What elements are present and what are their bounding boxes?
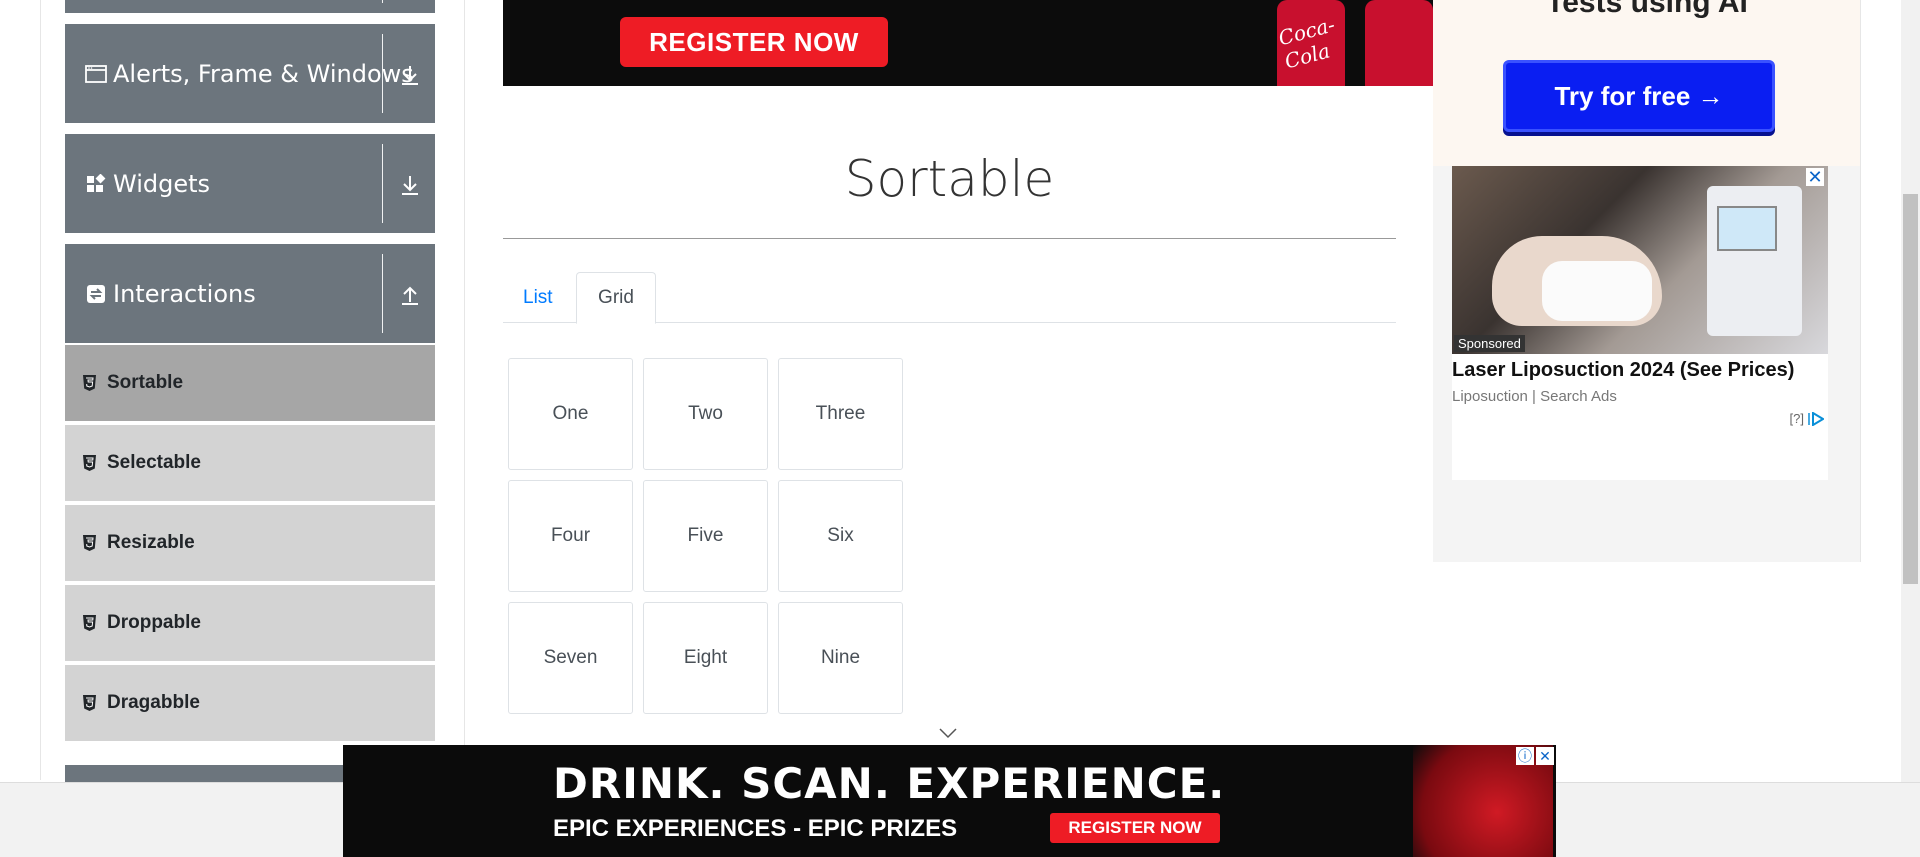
sidebar-item-label: Resizable	[107, 532, 195, 553]
banner-register-button[interactable]: REGISTER NOW	[1050, 813, 1220, 843]
html5-icon	[83, 534, 97, 552]
grid-item-nine[interactable]: Nine	[778, 602, 903, 714]
chevron-down-icon[interactable]	[938, 726, 958, 740]
group-separator	[382, 34, 383, 113]
sidebar-group-widgets[interactable]: Widgets	[65, 134, 435, 233]
group-label: Interactions	[113, 279, 256, 308]
close-icon[interactable]: ✕	[1536, 747, 1554, 765]
sponsored-badge: Sponsored	[1454, 335, 1525, 352]
tab-grid[interactable]: Grid	[576, 272, 656, 324]
shirt-shape	[1542, 261, 1652, 321]
ad-headline: Tests using AI	[1546, 0, 1748, 19]
try-for-free-button[interactable]: Try for free →	[1503, 60, 1775, 132]
ad-top-panel: Tests using AI Try for free →	[1433, 0, 1860, 166]
sidebar-item-sortable[interactable]: Sortable	[65, 345, 435, 423]
page-scrollbar-thumb[interactable]	[1903, 194, 1918, 584]
register-now-button[interactable]: REGISTER NOW	[620, 17, 888, 67]
banner-headline: DRINK. SCAN. EXPERIENCE.	[553, 759, 1226, 808]
sidebar-group-interactions[interactable]: Interactions	[65, 244, 435, 343]
html5-icon	[83, 454, 97, 472]
group-label: Alerts, Frame & Windows	[113, 59, 414, 88]
sidebar-divider-line	[464, 0, 465, 780]
grid-item-seven[interactable]: Seven	[508, 602, 633, 714]
close-icon[interactable]: ✕	[1806, 168, 1824, 186]
grid-item-two[interactable]: Two	[643, 358, 768, 470]
group-label: Widgets	[113, 169, 211, 198]
adchoices-icon[interactable]	[1808, 411, 1824, 426]
window-icon	[85, 63, 107, 85]
brand-label: Coca-Cola	[1275, 12, 1338, 74]
page: Alerts, Frame & Windows Widgets Interact…	[0, 0, 1920, 857]
coca-cola-bottle-image: Coca-Cola	[1276, 0, 1345, 86]
machine-screen-shape	[1717, 206, 1777, 251]
ad-title[interactable]: Laser Liposuction 2024 (See Prices)	[1452, 359, 1794, 382]
ad-source[interactable]: Liposuction | Search Ads	[1452, 388, 1617, 405]
ad-help-label[interactable]: [?]	[1790, 411, 1804, 426]
ad-choices[interactable]: [?]	[1790, 411, 1824, 426]
upload-arrow-icon[interactable]	[395, 280, 425, 310]
sidebar-group-alerts-frame-windows[interactable]: Alerts, Frame & Windows	[65, 24, 435, 123]
html5-icon	[83, 694, 97, 712]
html5-icon	[83, 374, 97, 392]
grid-item-three[interactable]: Three	[778, 358, 903, 470]
sidebar-item-label: Sortable	[107, 372, 184, 393]
grid-item-one[interactable]: One	[508, 358, 633, 470]
grid-item-five[interactable]: Five	[643, 480, 768, 592]
group-separator	[382, 144, 383, 223]
tab-list[interactable]: List	[503, 272, 573, 323]
group-separator	[382, 0, 383, 3]
top-banner-ad[interactable]: REGISTER NOW Coca-Cola	[503, 0, 1433, 86]
sponsored-ad-card[interactable]: ✕ Sponsored Laser Liposuction 2024 (See …	[1452, 166, 1828, 480]
grid-item-eight[interactable]: Eight	[643, 602, 768, 714]
sidebar-item-resizable[interactable]: Resizable	[65, 505, 435, 583]
title-divider	[503, 238, 1396, 239]
html5-icon	[83, 614, 97, 632]
ad-image[interactable]: ✕ Sponsored	[1452, 166, 1828, 354]
banner-controls: ⓘ ✕	[1516, 747, 1554, 765]
grid-item-six[interactable]: Six	[778, 480, 903, 592]
left-gutter-line	[40, 0, 41, 780]
info-icon[interactable]: ⓘ	[1516, 747, 1534, 765]
download-arrow-icon[interactable]	[395, 170, 425, 200]
sidebar-group-previous[interactable]	[65, 0, 435, 13]
group-separator	[382, 254, 383, 333]
interactions-icon	[85, 283, 107, 305]
widgets-grid-icon	[85, 173, 107, 195]
download-arrow-icon[interactable]	[395, 60, 425, 90]
grid-item-four[interactable]: Four	[508, 480, 633, 592]
sidebar-item-droppable[interactable]: Droppable	[65, 585, 435, 663]
sidebar-item-label: Selectable	[107, 452, 201, 473]
tab-bar: List Grid	[503, 272, 1396, 324]
sidebar-item-selectable[interactable]: Selectable	[65, 425, 435, 503]
sidebar-item-dragabble[interactable]: Dragabble	[65, 665, 435, 743]
coca-cola-bottle-image	[1365, 0, 1433, 86]
sidebar-item-label: Dragabble	[107, 692, 200, 713]
bottom-banner-ad[interactable]: DRINK. SCAN. EXPERIENCE. EPIC EXPERIENCE…	[343, 745, 1556, 857]
sidebar-item-label: Droppable	[107, 612, 201, 633]
right-sidebar-ad[interactable]: Tests using AI Try for free → ✕ Sponsore…	[1433, 0, 1861, 562]
page-title: Sortable	[844, 150, 1055, 208]
banner-subline: EPIC EXPERIENCES - EPIC PRIZES	[553, 815, 958, 842]
